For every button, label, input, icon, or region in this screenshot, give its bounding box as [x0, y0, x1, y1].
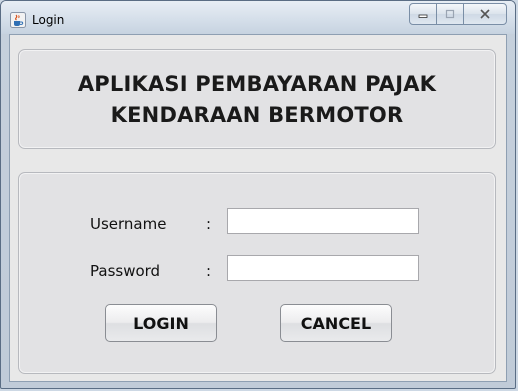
maximize-icon: [445, 9, 455, 19]
password-colon: :: [206, 262, 212, 280]
app-title-line-2: KENDARAAN BERMOTOR: [110, 103, 404, 127]
username-label: Username: [90, 215, 167, 233]
login-window: Login APLIKASI PEMBAYARAN PAJAK KENDARAA…: [0, 0, 516, 389]
username-colon: :: [206, 215, 212, 233]
window-title: Login: [32, 13, 65, 27]
minimize-button[interactable]: [409, 3, 437, 25]
app-title-line-1: APLIKASI PEMBAYARAN PAJAK: [77, 72, 437, 96]
maximize-button[interactable]: [436, 3, 464, 25]
login-button[interactable]: LOGIN: [105, 304, 217, 342]
title-bar[interactable]: Login: [1, 1, 515, 34]
password-input[interactable]: [227, 255, 419, 281]
cancel-button[interactable]: CANCEL: [280, 304, 392, 342]
caption-buttons: [409, 3, 507, 25]
close-icon: [480, 9, 490, 19]
java-cup-icon[interactable]: [10, 12, 26, 28]
login-form-panel: Username : Password : LOGIN CANCEL: [18, 172, 496, 374]
close-button[interactable]: [463, 3, 507, 25]
password-label: Password: [90, 262, 161, 280]
username-input[interactable]: [227, 208, 419, 234]
minimize-icon: [418, 14, 428, 18]
client-area: APLIKASI PEMBAYARAN PAJAK KENDARAAN BERM…: [9, 34, 507, 382]
header-panel: APLIKASI PEMBAYARAN PAJAK KENDARAAN BERM…: [18, 49, 496, 149]
